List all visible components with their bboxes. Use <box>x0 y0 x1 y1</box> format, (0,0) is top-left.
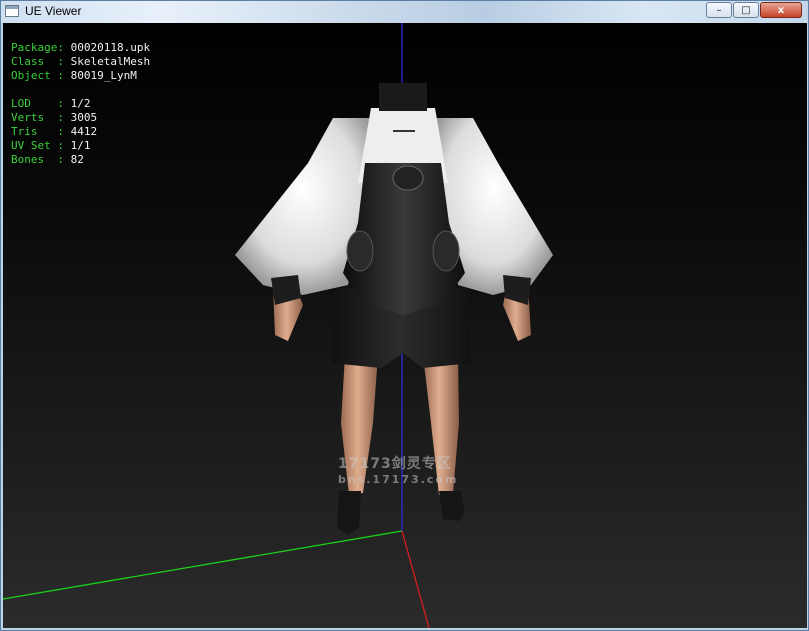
close-button[interactable]: x <box>760 2 802 18</box>
bones-value: 82 <box>70 153 84 166</box>
bones-key: Bones : <box>11 153 64 166</box>
package-row: Package: 00020118.upk <box>11 41 150 55</box>
minimize-button[interactable]: – <box>706 2 732 18</box>
class-key: Class : <box>11 55 64 68</box>
class-value: SkeletalMesh <box>70 55 151 68</box>
x-axis-line <box>401 530 430 628</box>
tris-key: Tris : <box>11 125 64 138</box>
watermark: 17173剑灵专区 bns.17173.com <box>338 453 458 486</box>
app-window: UE Viewer – □ x Package: 00020118.upk Cl… <box>0 0 809 631</box>
lod-key: LOD : <box>11 97 64 110</box>
tris-row: Tris : 4412 <box>11 125 150 139</box>
class-row: Class : SkeletalMesh <box>11 55 150 69</box>
lod-row: LOD : 1/2 <box>11 97 150 111</box>
3d-viewport[interactable]: Package: 00020118.upk Class : SkeletalMe… <box>3 23 807 628</box>
package-key: Package: <box>11 41 64 54</box>
verts-value: 3005 <box>70 111 98 124</box>
tris-value: 4412 <box>70 125 98 138</box>
package-value: 00020118.upk <box>70 41 151 54</box>
uvset-row: UV Set : 1/1 <box>11 139 150 153</box>
watermark-line2: bns.17173.com <box>338 473 459 486</box>
watermark-line1: 17173剑灵专区 <box>338 456 452 472</box>
y-axis-line <box>3 530 403 600</box>
lod-value: 1/2 <box>70 97 91 110</box>
verts-key: Verts : <box>11 111 64 124</box>
verts-row: Verts : 3005 <box>11 111 150 125</box>
maximize-button[interactable]: □ <box>733 2 759 18</box>
window-title: UE Viewer <box>25 4 82 18</box>
window-controls: – □ x <box>705 2 802 18</box>
uvset-key: UV Set : <box>11 139 64 152</box>
app-window-icon[interactable] <box>5 5 19 17</box>
mesh-info-panel: Package: 00020118.upk Class : SkeletalMe… <box>11 41 150 167</box>
uvset-value: 1/1 <box>70 139 91 152</box>
object-row: Object : 80019_LynM <box>11 69 150 83</box>
bones-row: Bones : 82 <box>11 153 150 167</box>
object-key: Object : <box>11 69 64 82</box>
object-value: 80019_LynM <box>70 69 137 82</box>
title-bar[interactable]: UE Viewer – □ x <box>1 1 808 23</box>
